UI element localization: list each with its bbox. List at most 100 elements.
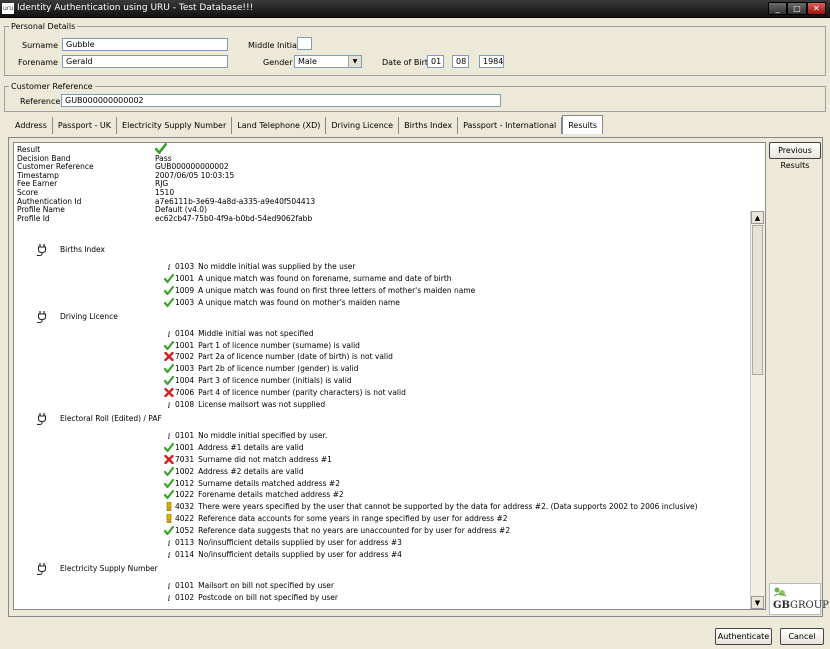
result-item: 1009 A unique match was found on first th… <box>164 285 475 296</box>
result-item: 7002 Part 2a of licence number (date of b… <box>164 351 393 362</box>
surname-input[interactable]: Gubble <box>62 38 228 51</box>
result-text: Part 3 of licence number (initials) is v… <box>198 376 352 386</box>
warning-icon <box>164 513 174 524</box>
result-item: 1022 Forename details matched address #2 <box>164 489 344 500</box>
tab-strip: Address Passport - UK Electricity Supply… <box>10 115 604 135</box>
result-text: A unique match was found on first three … <box>198 285 476 295</box>
section-name: Electricity Supply Number <box>60 563 158 573</box>
gender-select[interactable]: Male ▼ <box>294 55 362 68</box>
result-item: i 0102 Postcode on bill not specified by u… <box>164 592 338 603</box>
minimize-button[interactable]: _ <box>768 2 788 15</box>
result-code: 0102 <box>175 592 195 602</box>
result-text: Part 1 of licence number (surname) is va… <box>198 340 360 350</box>
result-text: Surname did not match address #1 <box>198 454 332 464</box>
result-text: License mailsort was not supplied <box>198 400 326 409</box>
summary-key: Profile Id <box>17 213 50 223</box>
plug-icon <box>36 562 48 575</box>
dob-day-input[interactable]: 01 <box>427 55 444 68</box>
check-icon <box>164 340 174 351</box>
result-code: 1012 <box>175 478 195 488</box>
result-item: 7006 Part 4 of licence number (parity cha… <box>164 387 406 398</box>
scroll-thumb[interactable] <box>752 225 763 375</box>
check-icon <box>164 363 174 374</box>
surname-label: Surname <box>22 41 58 50</box>
cancel-button[interactable]: Cancel <box>780 628 824 645</box>
result-code: 4032 <box>175 502 195 512</box>
tab-address[interactable]: Address <box>10 117 53 134</box>
result-code: 0101 <box>175 430 195 440</box>
result-item: i 0108 License mailsort was not supplied <box>164 399 325 410</box>
result-code: 1001 <box>175 273 195 283</box>
result-code: 1004 <box>175 376 195 386</box>
tab-passport-international[interactable]: Passport - International <box>458 117 563 134</box>
plug-icon <box>36 244 48 256</box>
result-text: Surname details matched address #2 <box>198 478 340 488</box>
check-icon <box>164 489 174 500</box>
summary-value: ec62cb47-75b0-4f9a-b0bd-54ed9062fabb <box>155 213 313 223</box>
result-text: Address #2 details are valid <box>198 466 304 476</box>
result-item: 1012 Surname details matched address #2 <box>164 478 340 489</box>
tab-electricity-supply-number[interactable]: Electricity Supply Number <box>117 117 233 134</box>
check-icon <box>164 466 174 477</box>
result-text: Part 2b of licence number (gender) is va… <box>198 364 359 374</box>
dob-month-input[interactable]: 08 <box>452 55 469 68</box>
result-code: 1003 <box>175 364 195 374</box>
authenticate-button[interactable]: Authenticate <box>715 628 772 645</box>
result-text: Part 4 of licence number (parity charact… <box>198 388 406 398</box>
result-item: 4022 Reference data accounts for some yea… <box>164 513 508 524</box>
svg-text:i: i <box>168 401 171 409</box>
tab-passport-uk[interactable]: Passport - UK <box>53 117 118 134</box>
svg-text:i: i <box>168 330 171 338</box>
info-icon: i <box>164 537 174 548</box>
svg-text:i: i <box>168 432 171 440</box>
info-icon: i <box>164 430 174 441</box>
maximize-button[interactable]: □ <box>787 2 807 15</box>
window-controls: _ □ ✕ <box>768 2 826 15</box>
close-button[interactable]: ✕ <box>806 2 826 15</box>
title-bar[interactable]: uru Identity Authentication using URU - … <box>0 0 830 18</box>
result-item: i 0101 No middle initial specified by user… <box>164 430 328 441</box>
results-list[interactable]: ▲ ▼ Result Decision Band Pass Customer Refe… <box>13 142 766 610</box>
tab-births-index[interactable]: Births Index <box>399 117 459 134</box>
result-item: 1052 Reference data suggests that no year… <box>164 525 510 536</box>
check-icon <box>164 375 174 386</box>
result-code: 0104 <box>175 328 195 338</box>
cross-icon <box>164 387 174 398</box>
result-item: i 0113 No/insufficient details supplied by… <box>164 537 402 548</box>
result-code: 1052 <box>175 526 195 536</box>
result-code: 1009 <box>175 285 195 295</box>
result-text: A unique match was found on forename, su… <box>198 273 452 283</box>
result-text: Mailsort on bill not specified by user <box>198 580 334 590</box>
result-code: 7002 <box>175 352 195 362</box>
scroll-up-icon[interactable]: ▲ <box>751 211 764 224</box>
forename-label: Forename <box>18 58 58 67</box>
forename-input[interactable]: Gerald <box>62 55 228 68</box>
check-icon <box>164 285 174 296</box>
result-item: 1001 Address #1 details are valid <box>164 442 304 453</box>
result-text: Address #1 details are valid <box>198 442 304 452</box>
result-text: Reference data suggests that no years ar… <box>198 526 511 536</box>
plug-icon <box>36 412 48 425</box>
dob-label: Date of Birth <box>382 58 434 67</box>
dob-year-input[interactable]: 1984 <box>479 55 504 68</box>
reference-input[interactable]: GUB000000000002 <box>61 94 501 107</box>
result-item: 1001 Part 1 of licence number (surname) i… <box>164 340 360 351</box>
result-item: i 0104 Middle initial was not specified <box>164 328 314 339</box>
result-text: Part 2a of licence number (date of birth… <box>198 352 393 362</box>
previous-results-button[interactable]: Previous Results <box>769 142 821 170</box>
tab-results[interactable]: Results <box>562 115 604 134</box>
tab-land-telephone[interactable]: Land Telephone (XD) <box>232 117 327 134</box>
result-item: i 0101 Mailsort on bill not specified by u… <box>164 580 334 591</box>
check-icon <box>164 273 174 284</box>
chevron-down-icon[interactable]: ▼ <box>348 56 361 67</box>
results-scrollbar[interactable]: ▲ ▼ <box>750 211 765 609</box>
svg-text:i: i <box>168 551 171 559</box>
scroll-down-icon[interactable]: ▼ <box>751 596 764 609</box>
result-item: i 0103 No middle initial was supplied by t… <box>164 261 356 272</box>
app-icon: uru <box>2 3 14 14</box>
result-text: A unique match was found on mother's mai… <box>198 297 400 307</box>
check-icon <box>164 297 174 308</box>
warning-icon <box>164 501 174 512</box>
tab-driving-licence[interactable]: Driving Licence <box>326 117 400 134</box>
middle-initial-input[interactable] <box>297 37 312 50</box>
